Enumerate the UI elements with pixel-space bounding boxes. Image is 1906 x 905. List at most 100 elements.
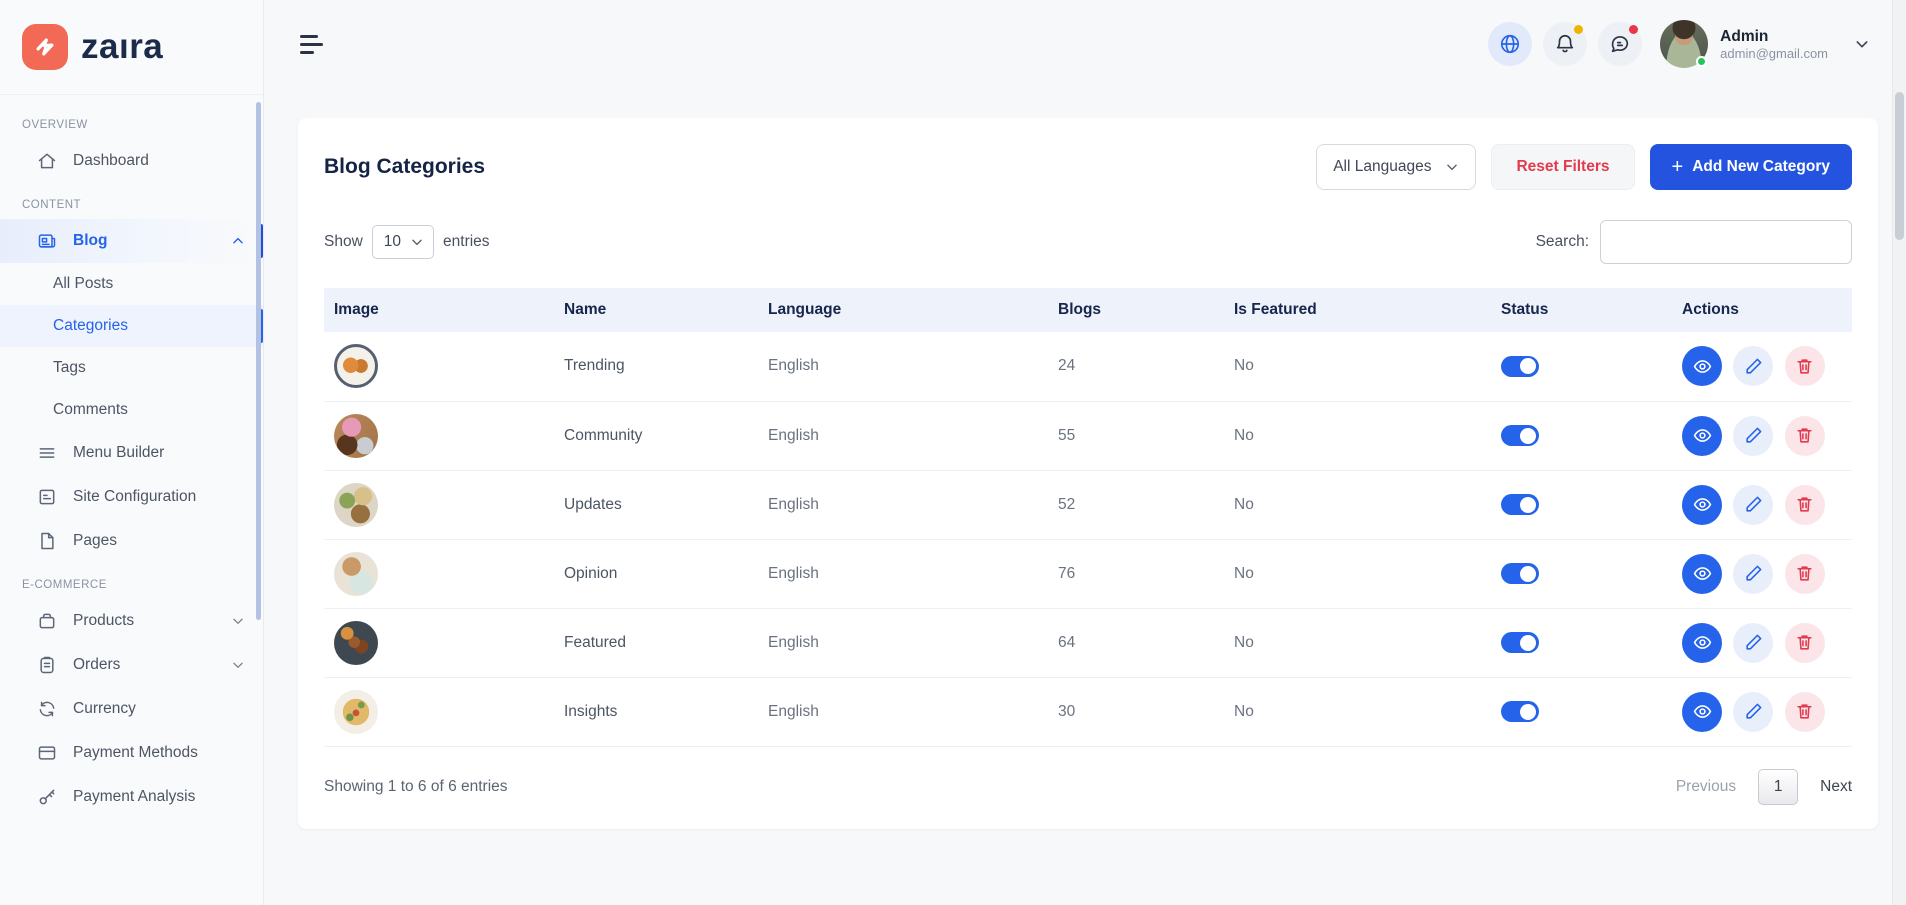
column-header-status: Status [1491, 288, 1672, 332]
search-input[interactable] [1600, 220, 1852, 264]
sidebar-item-label: Currency [73, 700, 136, 718]
table-row: Updates English 52 No [324, 470, 1852, 539]
sidebar-item-tags[interactable]: Tags [0, 347, 263, 389]
next-page-button[interactable]: Next [1820, 778, 1852, 796]
blog-categories-card: Blog Categories All Languages Reset Filt… [298, 118, 1878, 829]
sidebar-item-payment-methods[interactable]: Payment Methods [0, 731, 263, 775]
sidebar-item-blog[interactable]: Blog [0, 219, 263, 263]
sidebar-item-label: Pages [73, 532, 117, 550]
category-image [334, 552, 378, 596]
entries-summary: Showing 1 to 6 of 6 entries [324, 778, 508, 796]
category-blogs-count: 76 [1048, 539, 1224, 608]
sidebar-item-comments[interactable]: Comments [0, 389, 263, 431]
pencil-icon [1744, 633, 1763, 652]
page-scrollbar-thumb[interactable] [1895, 92, 1904, 240]
sidebar-item-categories[interactable]: Categories [0, 305, 263, 347]
hamburger-menu-icon[interactable] [300, 35, 323, 54]
menu-lines-icon [37, 443, 57, 463]
view-button[interactable] [1682, 485, 1722, 525]
edit-button[interactable] [1733, 416, 1773, 456]
view-button[interactable] [1682, 623, 1722, 663]
pencil-icon [1744, 357, 1763, 376]
sidebar-item-currency[interactable]: Currency [0, 687, 263, 731]
delete-button[interactable] [1785, 554, 1825, 594]
view-button[interactable] [1682, 692, 1722, 732]
status-toggle[interactable] [1501, 632, 1539, 653]
view-button[interactable] [1682, 416, 1722, 456]
edit-button[interactable] [1733, 346, 1773, 386]
previous-page-button[interactable]: Previous [1676, 778, 1736, 796]
category-name: Updates [554, 470, 758, 539]
sidebar-item-payment-analysis[interactable]: Payment Analysis [0, 775, 263, 819]
sidebar-item-all-posts[interactable]: All Posts [0, 263, 263, 305]
key-icon [37, 787, 57, 807]
language-filter-value: All Languages [1333, 158, 1431, 176]
user-menu[interactable]: Admin admin@gmail.com [1660, 20, 1870, 68]
edit-button[interactable] [1733, 623, 1773, 663]
globe-icon [1499, 33, 1521, 55]
eye-icon [1693, 357, 1712, 376]
chevron-down-icon[interactable] [1854, 36, 1870, 52]
app-window: zaıra OVERVIEW Dashboard CONTENT Blog Al… [0, 0, 1906, 905]
sidebar-scrollbar[interactable] [256, 102, 261, 620]
status-toggle[interactable] [1501, 356, 1539, 377]
table-row: Featured English 64 No [324, 608, 1852, 677]
table-row: Insights English 30 No [324, 677, 1852, 746]
edit-button[interactable] [1733, 692, 1773, 732]
category-language: English [758, 677, 1048, 746]
column-header-is-featured: Is Featured [1224, 288, 1491, 332]
view-button[interactable] [1682, 346, 1722, 386]
sidebar-item-menu-builder[interactable]: Menu Builder [0, 431, 263, 475]
column-header-actions: Actions [1672, 288, 1852, 332]
status-toggle[interactable] [1501, 563, 1539, 584]
category-name: Insights [554, 677, 758, 746]
sidebar-item-pages[interactable]: Pages [0, 519, 263, 563]
delete-button[interactable] [1785, 692, 1825, 732]
category-language: English [758, 332, 1048, 401]
delete-button[interactable] [1785, 346, 1825, 386]
page-number-button[interactable]: 1 [1758, 769, 1798, 805]
view-button[interactable] [1682, 554, 1722, 594]
pagination: Previous 1 Next [1676, 769, 1852, 805]
clipboard-icon [37, 655, 57, 675]
edit-button[interactable] [1733, 554, 1773, 594]
chevron-up-icon [231, 234, 245, 248]
delete-button[interactable] [1785, 416, 1825, 456]
reset-filters-button[interactable]: Reset Filters [1491, 144, 1634, 190]
category-name: Opinion [554, 539, 758, 608]
delete-button[interactable] [1785, 485, 1825, 525]
entries-label: entries [443, 233, 490, 251]
sidebar-item-label: Dashboard [73, 152, 149, 170]
status-toggle[interactable] [1501, 701, 1539, 722]
sidebar-item-orders[interactable]: Orders [0, 643, 263, 687]
eye-icon [1693, 426, 1712, 445]
language-globe-button[interactable] [1488, 22, 1532, 66]
status-toggle[interactable] [1501, 494, 1539, 515]
sidebar-item-products[interactable]: Products [0, 599, 263, 643]
status-toggle[interactable] [1501, 425, 1539, 446]
delete-button[interactable] [1785, 623, 1825, 663]
newspaper-icon [37, 231, 57, 251]
notifications-button[interactable] [1543, 22, 1587, 66]
edit-button[interactable] [1733, 485, 1773, 525]
show-label: Show [324, 233, 363, 251]
messages-button[interactable] [1598, 22, 1642, 66]
notification-badge [1574, 25, 1583, 34]
sidebar-item-dashboard[interactable]: Dashboard [0, 139, 263, 183]
box-icon [37, 611, 57, 631]
sidebar-item-site-configuration[interactable]: Site Configuration [0, 475, 263, 519]
trash-icon [1795, 426, 1814, 445]
add-new-category-button[interactable]: + Add New Category [1650, 144, 1853, 190]
brand-logo[interactable]: zaıra [0, 0, 263, 95]
credit-card-icon [37, 743, 57, 763]
category-image [334, 344, 378, 388]
chevron-down-icon [231, 658, 245, 672]
language-filter-select[interactable]: All Languages [1316, 144, 1476, 190]
sidebar-item-label: Products [73, 612, 134, 630]
trash-icon [1795, 702, 1814, 721]
page-size-select[interactable]: 10 [372, 225, 434, 259]
page-scrollbar[interactable] [1892, 0, 1906, 905]
column-header-language: Language [758, 288, 1048, 332]
pencil-icon [1744, 702, 1763, 721]
sidebar: zaıra OVERVIEW Dashboard CONTENT Blog Al… [0, 0, 264, 905]
